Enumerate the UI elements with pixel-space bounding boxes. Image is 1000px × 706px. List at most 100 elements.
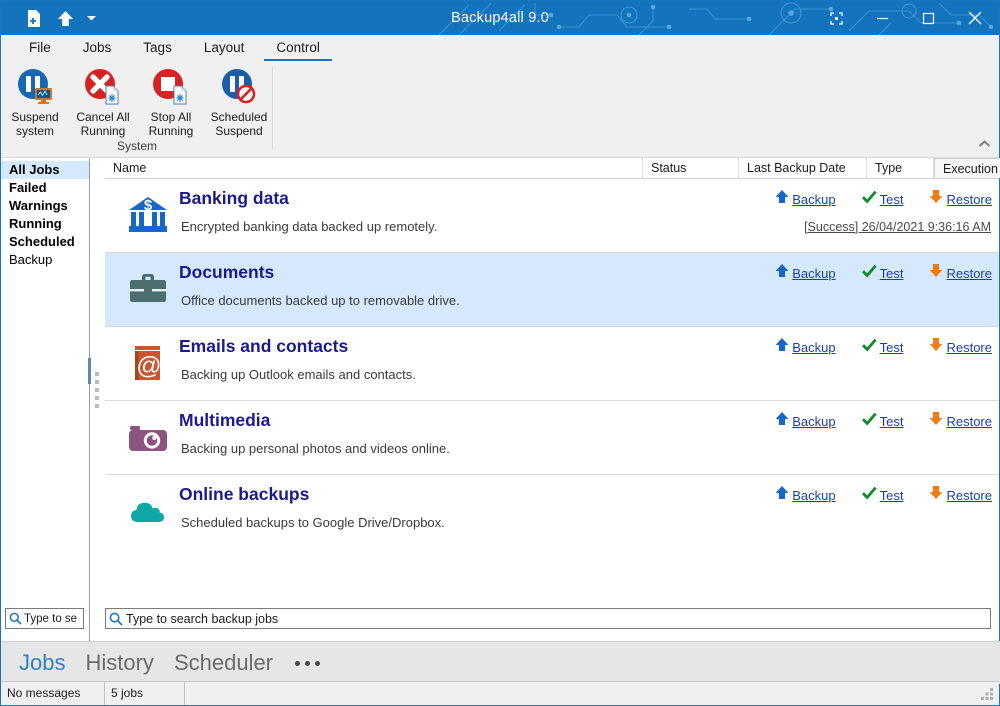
status-extra	[185, 682, 885, 705]
panel-splitter[interactable]	[89, 158, 105, 641]
column-header-execution-order[interactable]: Execution Order	[934, 158, 1000, 178]
cancel-all-running-icon	[82, 66, 124, 108]
resize-grip-icon[interactable]	[981, 688, 995, 702]
address-book-icon: @	[125, 340, 171, 386]
table-row[interactable]: Multimedia Backing up personal photos an…	[105, 401, 999, 475]
column-header-last-backup-date[interactable]: Last Backup Date	[739, 158, 867, 178]
test-action-label: Test	[880, 414, 904, 429]
test-action[interactable]: Test	[862, 412, 904, 431]
nav-item-scheduler[interactable]: Scheduler	[164, 650, 283, 676]
restore-action-label: Restore	[946, 192, 992, 207]
sidebar-search-input[interactable]: Type to se	[5, 608, 84, 629]
new-job-icon[interactable]	[23, 7, 45, 29]
backup-action[interactable]: Backup	[775, 485, 835, 505]
chevron-down-icon[interactable]	[85, 7, 97, 29]
test-action[interactable]: Test	[862, 338, 904, 357]
ribbon-tab-file[interactable]: File	[13, 36, 67, 61]
cancel-all-running-button[interactable]: Cancel All Running	[69, 66, 137, 138]
sidebar-item-failed[interactable]: Failed	[1, 179, 89, 197]
ribbon: File Jobs Tags Layout Control	[1, 35, 999, 158]
check-icon	[862, 190, 877, 209]
check-icon	[862, 486, 877, 505]
check-icon	[862, 338, 877, 357]
jobs-column-header: Name Status Last Backup Date Type Execut…	[105, 158, 999, 179]
sidebar-search-placeholder: Type to se	[24, 613, 77, 625]
splitter-handle[interactable]	[88, 358, 91, 384]
sidebar-item-all-jobs[interactable]: All Jobs	[1, 161, 89, 179]
sidebar-item-scheduled[interactable]: Scheduled	[1, 233, 89, 251]
column-header-type[interactable]: Type	[867, 158, 934, 178]
cloud-icon	[125, 488, 171, 534]
bank-icon: $	[125, 192, 171, 238]
column-header-execution-order-label: Execution Order	[943, 162, 1000, 176]
suspend-system-button[interactable]: Suspend system	[1, 66, 69, 138]
scheduled-suspend-icon	[218, 66, 260, 108]
restore-action-label: Restore	[946, 414, 992, 429]
restore-action[interactable]: Restore	[929, 263, 992, 283]
status-bar: No messages 5 jobs	[1, 681, 999, 705]
nav-item-history[interactable]: History	[75, 650, 163, 676]
quick-access-toolbar	[23, 1, 97, 35]
camera-icon	[125, 414, 171, 460]
ribbon-body: Suspend system	[1, 61, 999, 155]
restore-action[interactable]: Restore	[929, 337, 992, 357]
job-description: Backing up personal photos and videos on…	[181, 441, 450, 456]
column-header-status[interactable]: Status	[643, 158, 739, 178]
backup-action[interactable]: Backup	[775, 337, 835, 357]
down-arrow-icon	[929, 189, 943, 209]
backup-action[interactable]: Backup	[775, 189, 835, 209]
sidebar-list: All Jobs Failed Warnings Running Schedul…	[1, 158, 89, 269]
job-description: Scheduled backups to Google Drive/Dropbo…	[181, 515, 445, 530]
scheduled-suspend-button[interactable]: Scheduled Suspend	[205, 66, 273, 138]
jobs-search-input[interactable]: Type to search backup jobs	[105, 608, 991, 629]
nav-item-jobs[interactable]: Jobs	[9, 650, 75, 676]
sidebar-item-backup[interactable]: Backup	[1, 251, 89, 269]
restore-action[interactable]: Restore	[929, 189, 992, 209]
table-row[interactable]: $ Banking data Encrypted banking data ba…	[105, 179, 999, 253]
test-action[interactable]: Test	[862, 190, 904, 209]
job-last-backup-status[interactable]: [Success] 26/04/2021 9:36:16 AM	[804, 220, 991, 234]
job-description: Encrypted banking data backed up remotel…	[181, 219, 437, 234]
status-messages: No messages	[1, 682, 105, 705]
down-arrow-icon	[929, 337, 943, 357]
chevron-up-icon[interactable]	[976, 137, 992, 151]
test-action[interactable]: Test	[862, 486, 904, 505]
ribbon-tab-jobs[interactable]: Jobs	[67, 36, 128, 61]
backup-action[interactable]: Backup	[775, 411, 835, 431]
jobs-panel: Name Status Last Backup Date Type Execut…	[105, 158, 999, 641]
ribbon-tab-bar: File Jobs Tags Layout Control	[1, 35, 999, 61]
restore-action[interactable]: Restore	[929, 485, 992, 505]
backup-action-label: Backup	[792, 414, 835, 429]
svg-text:$: $	[144, 197, 153, 214]
job-actions: Backup Test Restore	[775, 411, 992, 431]
main-area: All Jobs Failed Warnings Running Schedul…	[1, 158, 999, 641]
cancel-all-running-label: Cancel All Running	[76, 111, 129, 138]
column-header-name[interactable]: Name	[105, 158, 643, 178]
bottom-nav-bar: Jobs History Scheduler	[1, 641, 1000, 684]
job-title: Online backups	[179, 484, 309, 505]
ribbon-group-separator	[272, 67, 273, 149]
table-row[interactable]: @ Emails and contacts Backing up Outlook…	[105, 327, 999, 401]
fullscreen-icon[interactable]	[813, 1, 859, 35]
stop-all-running-button[interactable]: Stop All Running	[137, 66, 205, 138]
svg-text:@: @	[136, 352, 161, 380]
sidebar-item-running[interactable]: Running	[1, 215, 89, 233]
ribbon-tab-control[interactable]: Control	[260, 36, 336, 61]
restore-action-label: Restore	[946, 488, 992, 503]
up-arrow-icon[interactable]	[54, 7, 76, 29]
table-row[interactable]: Documents Office documents backed up to …	[105, 253, 999, 327]
restore-action[interactable]: Restore	[929, 411, 992, 431]
table-row[interactable]: Online backups Scheduled backups to Goog…	[105, 475, 999, 548]
restore-action-label: Restore	[946, 340, 992, 355]
maximize-icon[interactable]	[905, 1, 951, 35]
ribbon-tab-tags[interactable]: Tags	[127, 36, 188, 61]
close-icon[interactable]	[951, 1, 999, 35]
test-action[interactable]: Test	[862, 264, 904, 283]
window-controls	[813, 1, 999, 35]
ribbon-tab-layout[interactable]: Layout	[188, 36, 261, 61]
minimize-icon[interactable]	[859, 1, 905, 35]
down-arrow-icon	[929, 485, 943, 505]
sidebar-item-warnings[interactable]: Warnings	[1, 197, 89, 215]
backup-action[interactable]: Backup	[775, 263, 835, 283]
ellipsis-icon[interactable]	[283, 661, 332, 666]
